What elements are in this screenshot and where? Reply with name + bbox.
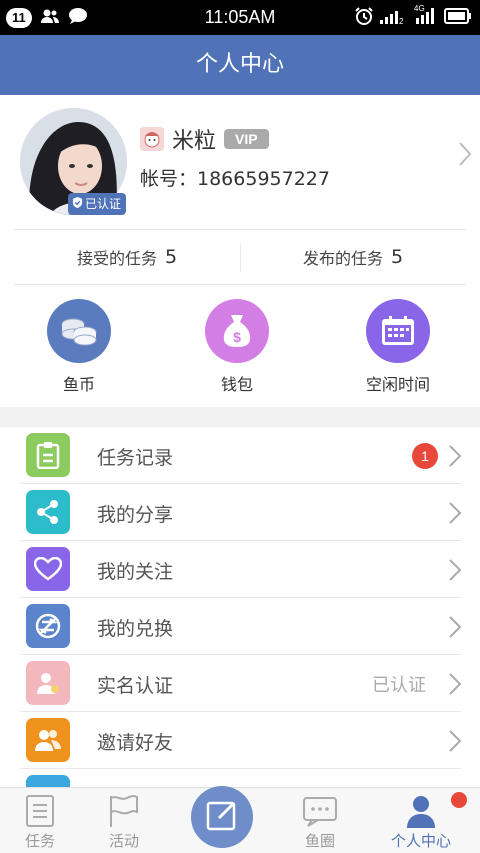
free-time-button[interactable]: 空闲时间 xyxy=(338,299,458,395)
fish-coin-button[interactable]: 鱼币 xyxy=(19,299,139,395)
tab-fish-circle[interactable]: 鱼圈 xyxy=(280,788,360,853)
chat-icon xyxy=(280,788,360,828)
share-icon xyxy=(26,490,70,534)
stat-value: 5 xyxy=(164,246,178,268)
tab-tasks[interactable]: 任务 xyxy=(0,788,80,853)
user-face-icon xyxy=(140,127,164,151)
menu-item-my-follows[interactable]: 我的关注 xyxy=(20,541,462,598)
quick-action-label: 鱼币 xyxy=(62,375,95,394)
menu-item-my-exchanges[interactable]: 我的兑换 xyxy=(20,598,462,655)
signal-icon: 2 xyxy=(380,7,406,29)
menu-icon xyxy=(26,775,70,787)
page-title: 个人中心 xyxy=(0,35,480,95)
menu-item-partial[interactable] xyxy=(20,769,461,787)
battery-icon xyxy=(444,7,472,29)
quick-action-label: 钱包 xyxy=(220,375,253,394)
compose-button[interactable] xyxy=(191,786,253,848)
tab-activities[interactable]: 活动 xyxy=(84,788,164,853)
menu-item-label: 我的兑换 xyxy=(97,618,174,640)
svg-text:2: 2 xyxy=(399,17,404,25)
stat-label: 接受的任务 xyxy=(76,249,157,268)
menu-item-label: 任务记录 xyxy=(97,447,174,469)
user-name: 米粒 xyxy=(172,129,217,154)
id-card-icon xyxy=(26,661,70,705)
profile-card: 已认证 米粒 VIP 帐号：18665957227 接受的任务 5 发布的任务 … xyxy=(0,95,480,407)
invite-friends-icon xyxy=(26,718,70,762)
coins-icon xyxy=(47,299,111,363)
tab-label: 活动 xyxy=(108,832,139,850)
menu-item-real-name-verification[interactable]: 实名认证 已认证 xyxy=(20,655,462,712)
clipboard-icon xyxy=(26,433,70,477)
chevron-right-icon[interactable] xyxy=(458,141,472,171)
divider xyxy=(240,244,241,272)
task-stats: 接受的任务 5 发布的任务 5 xyxy=(14,229,466,285)
chevron-right-icon xyxy=(449,559,462,585)
menu-item-label: 实名认证 xyxy=(97,675,174,697)
name-row: 米粒 VIP xyxy=(140,123,269,155)
alarm-icon xyxy=(354,6,374,30)
vip-badge: VIP xyxy=(224,129,269,149)
verified-badge: 已认证 xyxy=(68,193,126,215)
menu-item-invite-friends[interactable]: 邀请好友 xyxy=(20,712,462,769)
heart-icon xyxy=(26,547,70,591)
quick-actions: 鱼币 $ 钱包 空闲时间 xyxy=(0,299,480,399)
menu-list: 任务记录 1 我的分享 我的关注 我的兑换 实名认证 已认证 邀请好友 xyxy=(0,427,480,787)
svg-text:$: $ xyxy=(233,329,241,345)
notification-badge: 1 xyxy=(412,443,438,469)
published-tasks-stat[interactable]: 发布的任务 5 xyxy=(240,230,466,284)
network-type: 4G xyxy=(414,4,425,13)
menu-item-my-shares[interactable]: 我的分享 xyxy=(20,484,462,541)
tab-label: 个人中心 xyxy=(390,832,451,850)
menu-item-label: 我的分享 xyxy=(97,504,174,526)
verification-status: 已认证 xyxy=(372,675,426,696)
chevron-right-icon xyxy=(449,730,462,756)
money-bag-icon: $ xyxy=(205,299,269,363)
menu-item-label: 我的关注 xyxy=(97,561,174,583)
notification-dot xyxy=(451,792,467,808)
wallet-button[interactable]: $ 钱包 xyxy=(177,299,297,395)
chevron-right-icon xyxy=(449,502,462,528)
tab-label: 鱼圈 xyxy=(304,832,335,850)
stat-label: 发布的任务 xyxy=(302,249,383,268)
flag-icon xyxy=(84,788,164,828)
profile-icon xyxy=(378,788,464,828)
task-icon xyxy=(0,788,80,828)
verified-label: 已认证 xyxy=(85,197,122,211)
network-signal-icon: 4G xyxy=(412,4,438,29)
stat-value: 5 xyxy=(390,246,404,268)
menu-item-task-records[interactable]: 任务记录 1 xyxy=(20,427,462,484)
chevron-right-icon xyxy=(449,616,462,642)
accepted-tasks-stat[interactable]: 接受的任务 5 xyxy=(14,230,240,284)
shield-check-icon xyxy=(72,193,83,215)
chevron-right-icon xyxy=(449,445,462,471)
exchange-icon xyxy=(26,604,70,648)
calendar-icon xyxy=(366,299,430,363)
quick-action-label: 空闲时间 xyxy=(365,375,430,394)
menu-item-label: 邀请好友 xyxy=(97,732,174,754)
bottom-tab-bar: 任务 活动 鱼圈 个人中心 xyxy=(0,786,480,853)
account-number: 帐号：18665957227 xyxy=(140,168,330,190)
tab-label: 任务 xyxy=(24,832,55,850)
status-bar: 11 11:05AM 2 4G xyxy=(0,0,480,35)
edit-icon xyxy=(205,798,239,836)
chevron-right-icon xyxy=(449,673,462,699)
